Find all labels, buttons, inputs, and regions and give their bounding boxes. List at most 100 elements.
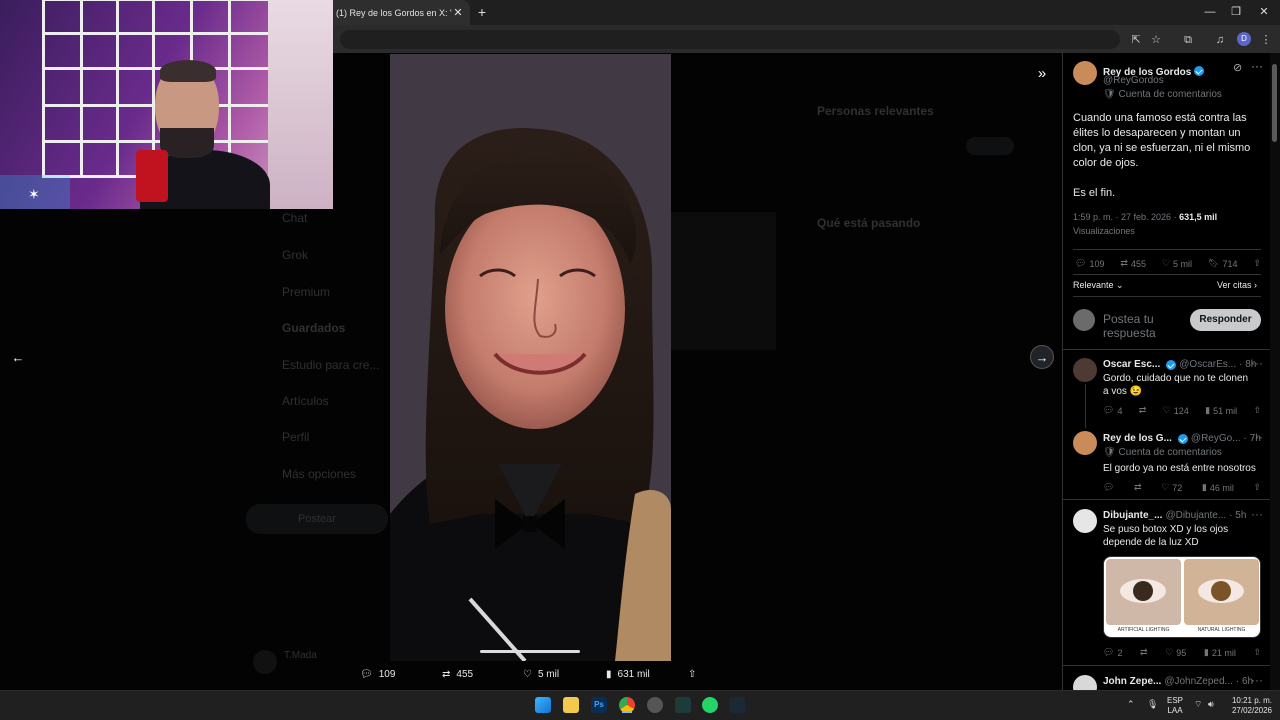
- like-button[interactable]: ♡ 95: [1165, 647, 1186, 658]
- whatsapp-icon[interactable]: [702, 697, 718, 713]
- share-button[interactable]: ⇧: [1253, 405, 1261, 416]
- media-views-button[interactable]: ▮ 631 mil: [606, 669, 650, 680]
- bg-nav-item: Artículos: [282, 394, 329, 408]
- bookmark-button[interactable]: 🔖︎ 714: [1208, 258, 1237, 269]
- divider: [1063, 665, 1270, 666]
- share-button[interactable]: ⇧: [1253, 258, 1261, 269]
- next-media-button[interactable]: →: [1030, 345, 1054, 369]
- more-options-icon[interactable]: ···: [1251, 430, 1263, 444]
- start-icon[interactable]: [535, 697, 551, 713]
- tweet-text-end: Es el fin.: [1073, 187, 1116, 199]
- close-tab-icon[interactable]: ✕: [452, 6, 464, 19]
- thread-line: [1085, 384, 1086, 428]
- sort-replies-dropdown[interactable]: Relevante ⌄: [1073, 280, 1124, 291]
- reply-avatar[interactable]: [1073, 509, 1097, 533]
- browser-tab[interactable]: (1) Rey de los Gordos en X: "Cu ✕: [322, 0, 470, 25]
- reply-avatar[interactable]: [1073, 431, 1097, 455]
- more-options-icon[interactable]: ···: [1251, 507, 1263, 521]
- browser-menu-icon[interactable]: ⋮: [1258, 32, 1274, 48]
- grok-icon[interactable]: ⊘: [1233, 61, 1242, 74]
- scrollbar-thumb[interactable]: [1272, 64, 1277, 142]
- reply-button[interactable]: 💬︎: [1103, 482, 1114, 493]
- bg-image: [671, 212, 776, 350]
- repost-button[interactable]: ⇄: [1140, 647, 1148, 658]
- reply-header: John Zepe... @JohnZeped... · 6h: [1103, 676, 1254, 687]
- divider: [1063, 349, 1270, 350]
- more-options-icon[interactable]: ···: [1251, 673, 1263, 687]
- scrollbar[interactable]: [1270, 53, 1280, 690]
- reply-text: Gordo, cuidado que no te clonen a vos 😉: [1103, 373, 1249, 397]
- views-button[interactable]: ▮ 46 mil: [1202, 482, 1234, 493]
- reply-avatar[interactable]: [1073, 675, 1097, 690]
- webcam-overlay: ✶: [0, 0, 333, 209]
- shield-icon: 🛡︎: [1103, 89, 1116, 100]
- reply-button[interactable]: 💬︎ 4: [1103, 405, 1122, 416]
- tweet-timestamp[interactable]: 1:59 p. m. · 27 feb. 2026 ·: [1073, 212, 1177, 222]
- author-avatar[interactable]: [1073, 61, 1097, 85]
- wifi-icon[interactable]: ⌔: [1194, 699, 1202, 710]
- clock[interactable]: 10:21 p. m. 27/02/2026: [1226, 696, 1272, 716]
- repost-icon: ⇄: [1120, 258, 1128, 268]
- address-bar[interactable]: [340, 30, 1120, 49]
- more-options-icon[interactable]: ···: [1251, 59, 1263, 73]
- like-button[interactable]: ♡ 5 mil: [1162, 258, 1192, 269]
- bookmark-star-icon[interactable]: ☆: [1148, 32, 1164, 48]
- views-button[interactable]: ▮ 51 mil: [1205, 405, 1237, 416]
- obs-icon[interactable]: [647, 697, 663, 713]
- extensions-icon[interactable]: ⧉: [1180, 32, 1196, 48]
- reply-input[interactable]: Postea tu respuesta: [1103, 312, 1183, 340]
- app-icon[interactable]: [675, 697, 691, 713]
- repost-button[interactable]: ⇄ 455: [1120, 258, 1146, 269]
- media-like-button[interactable]: ♡ 5 mil: [523, 669, 559, 680]
- reply-header: Oscar Esc... @OscarEs... · 8h: [1103, 359, 1257, 370]
- tweet-photo[interactable]: [390, 54, 671, 661]
- tray-chevron-icon[interactable]: ⌃: [1127, 699, 1135, 710]
- file-explorer-icon[interactable]: [563, 697, 579, 713]
- media-control-icon[interactable]: ♫: [1212, 32, 1228, 48]
- bg-nav-item: Más opciones: [282, 467, 357, 481]
- reply-button-submit[interactable]: Responder: [1190, 309, 1261, 331]
- media-repost-button[interactable]: ⇄ 455: [442, 669, 473, 680]
- close-window-icon[interactable]: ✕: [1250, 4, 1278, 20]
- media-reply-button[interactable]: 💬︎ 109: [360, 669, 395, 680]
- steam-icon[interactable]: [729, 697, 745, 713]
- reply-button[interactable]: 💬︎ 109: [1075, 258, 1104, 269]
- maximize-icon[interactable]: ❐: [1222, 4, 1250, 20]
- previous-media-button[interactable]: ←: [6, 345, 30, 369]
- language-indicator[interactable]: ESP LAA: [1164, 696, 1186, 716]
- reply-image[interactable]: ARTIFICIAL LIGHTING NATURAL LIGHTING: [1103, 556, 1261, 638]
- chevron-right-icon: ›: [1254, 280, 1258, 290]
- share-button[interactable]: ⇧: [1253, 647, 1261, 658]
- reply-button[interactable]: 💬︎ 2: [1103, 647, 1122, 658]
- like-button[interactable]: ♡ 72: [1161, 482, 1182, 493]
- windows-taskbar: [0, 690, 1280, 720]
- bg-nav-item: Perfil: [282, 430, 310, 444]
- photoshop-icon[interactable]: Ps: [591, 697, 607, 713]
- reply-actions: 💬︎ 2 ⇄ ♡ 95 ▮ 21 mil ⇧: [1103, 647, 1261, 658]
- minimize-icon[interactable]: —: [1196, 4, 1224, 20]
- views-button[interactable]: ▮ 21 mil: [1204, 647, 1236, 658]
- active-app-indicator: [622, 711, 632, 713]
- profile-avatar[interactable]: D: [1237, 32, 1251, 46]
- author-handle[interactable]: @ReyGordos: [1103, 75, 1164, 86]
- new-tab-button[interactable]: +: [474, 4, 490, 20]
- reply-avatar[interactable]: [1073, 358, 1097, 382]
- repost-button[interactable]: ⇄: [1139, 405, 1147, 416]
- microphone-icon[interactable]: 🎙︎: [1147, 699, 1158, 710]
- like-button[interactable]: ♡ 124: [1163, 405, 1189, 416]
- more-options-icon[interactable]: ···: [1251, 356, 1263, 370]
- my-avatar[interactable]: [1073, 309, 1095, 331]
- tweet-text: Cuando una famoso está contra las élites…: [1073, 112, 1251, 169]
- share-icon: ⇧: [1253, 405, 1261, 415]
- install-app-icon[interactable]: ⇱: [1128, 32, 1144, 48]
- repost-icon: ⇄: [442, 669, 451, 680]
- share-button[interactable]: ⇧: [1253, 482, 1261, 493]
- image-caption-right: NATURAL LIGHTING: [1197, 627, 1246, 633]
- media-share-button[interactable]: ⇧: [688, 669, 696, 680]
- repost-button[interactable]: ⇄: [1134, 482, 1142, 493]
- tweet-sidebar: Rey de los Gordos @ReyGordos 🛡︎ Cuenta d…: [1062, 53, 1270, 690]
- collapse-sidebar-icon[interactable]: »: [1030, 61, 1054, 85]
- heart-icon: ♡: [1161, 258, 1171, 268]
- volume-icon[interactable]: 🔊︎: [1208, 699, 1214, 710]
- view-quotes-link[interactable]: Ver citas ›: [1217, 280, 1257, 290]
